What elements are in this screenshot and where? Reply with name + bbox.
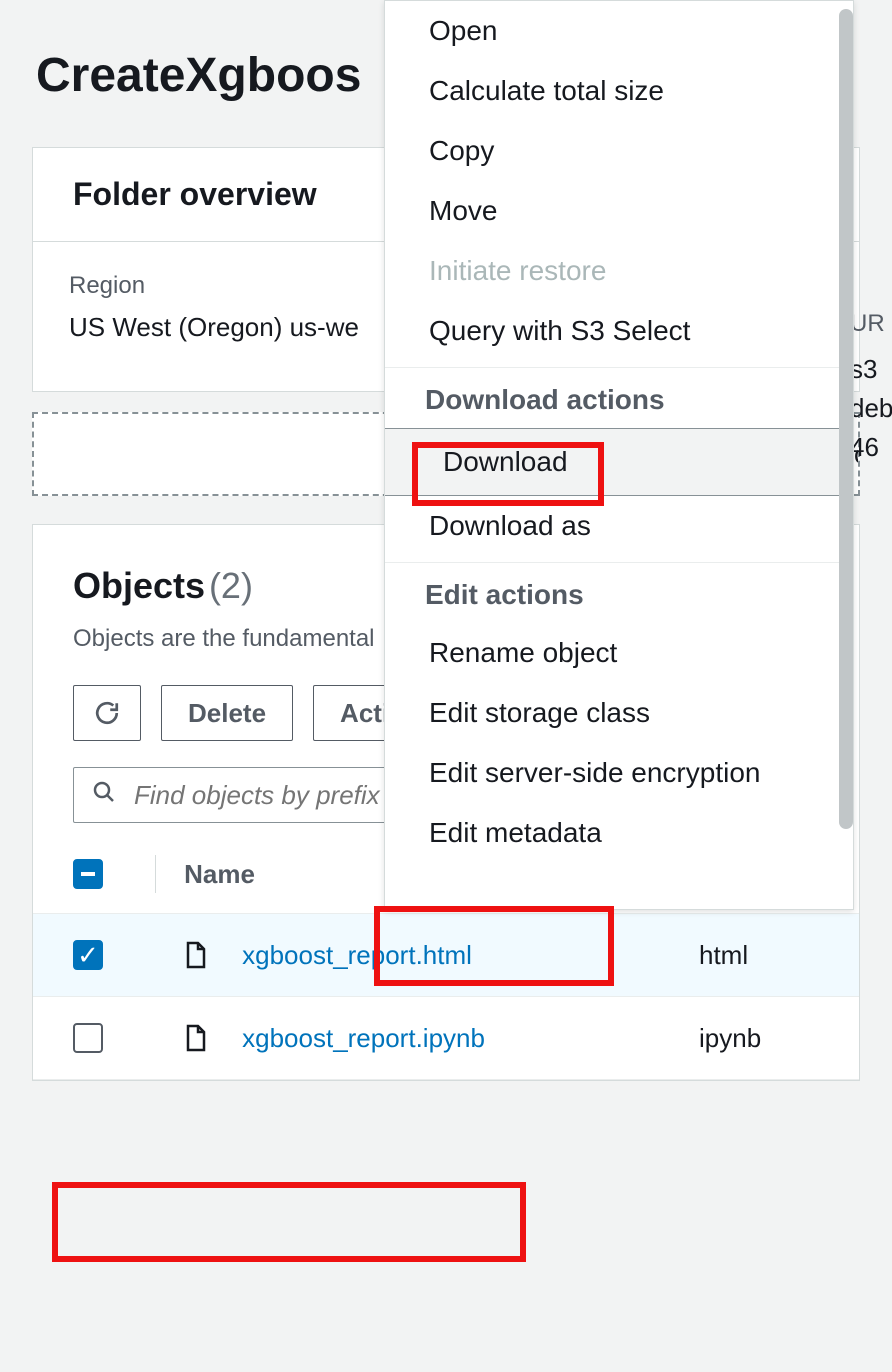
menu-download-as[interactable]: Download as — [385, 496, 853, 556]
file-icon — [184, 1024, 208, 1052]
menu-edit-metadata[interactable]: Edit metadata — [385, 803, 853, 863]
actions-dropdown: Open Calculate total size Copy Move Init… — [384, 0, 854, 910]
file-icon — [184, 941, 208, 969]
menu-edit-storage-class[interactable]: Edit storage class — [385, 683, 853, 743]
refresh-button[interactable] — [73, 685, 141, 741]
dropdown-scrollbar[interactable] — [839, 9, 853, 829]
s3-uri-block: UR s3 deb 46 — [850, 310, 892, 467]
objects-count: (2) — [209, 565, 253, 606]
menu-calculate-total-size[interactable]: Calculate total size — [385, 61, 853, 121]
table-row[interactable]: xgboost_report.ipynb ipynb — [33, 997, 859, 1080]
menu-group-edit: Edit actions — [385, 562, 853, 623]
delete-button-label: Delete — [188, 698, 266, 729]
menu-group-download: Download actions — [385, 367, 853, 428]
objects-subtext: Objects are the fundamental — [73, 625, 375, 652]
s3-uri-value[interactable]: s3 deb 46 — [850, 350, 892, 467]
menu-download[interactable]: Download — [385, 428, 853, 496]
object-type: html — [699, 940, 859, 971]
object-type: ipynb — [699, 1023, 859, 1054]
menu-initiate-restore: Initiate restore — [385, 241, 853, 301]
menu-query-s3-select[interactable]: Query with S3 Select — [385, 301, 853, 361]
object-name-link[interactable]: xgboost_report.ipynb — [242, 1023, 485, 1054]
object-name-link[interactable]: xgboost_report.html — [242, 940, 472, 971]
refresh-icon — [94, 700, 120, 726]
annotation-highlight — [52, 1182, 526, 1262]
menu-edit-sse[interactable]: Edit server-side encryption — [385, 743, 853, 803]
objects-title: Objects — [73, 565, 205, 606]
search-icon — [92, 780, 116, 811]
menu-copy[interactable]: Copy — [385, 121, 853, 181]
menu-open[interactable]: Open — [385, 1, 853, 61]
select-all-checkbox[interactable] — [73, 859, 103, 889]
row-checkbox[interactable]: ✓ — [73, 940, 103, 970]
menu-move[interactable]: Move — [385, 181, 853, 241]
table-row[interactable]: ✓ xgboost_report.html html — [33, 914, 859, 997]
s3-uri-label: UR — [850, 310, 892, 338]
row-checkbox[interactable] — [73, 1023, 103, 1053]
menu-rename-object[interactable]: Rename object — [385, 623, 853, 683]
delete-button[interactable]: Delete — [161, 685, 293, 741]
